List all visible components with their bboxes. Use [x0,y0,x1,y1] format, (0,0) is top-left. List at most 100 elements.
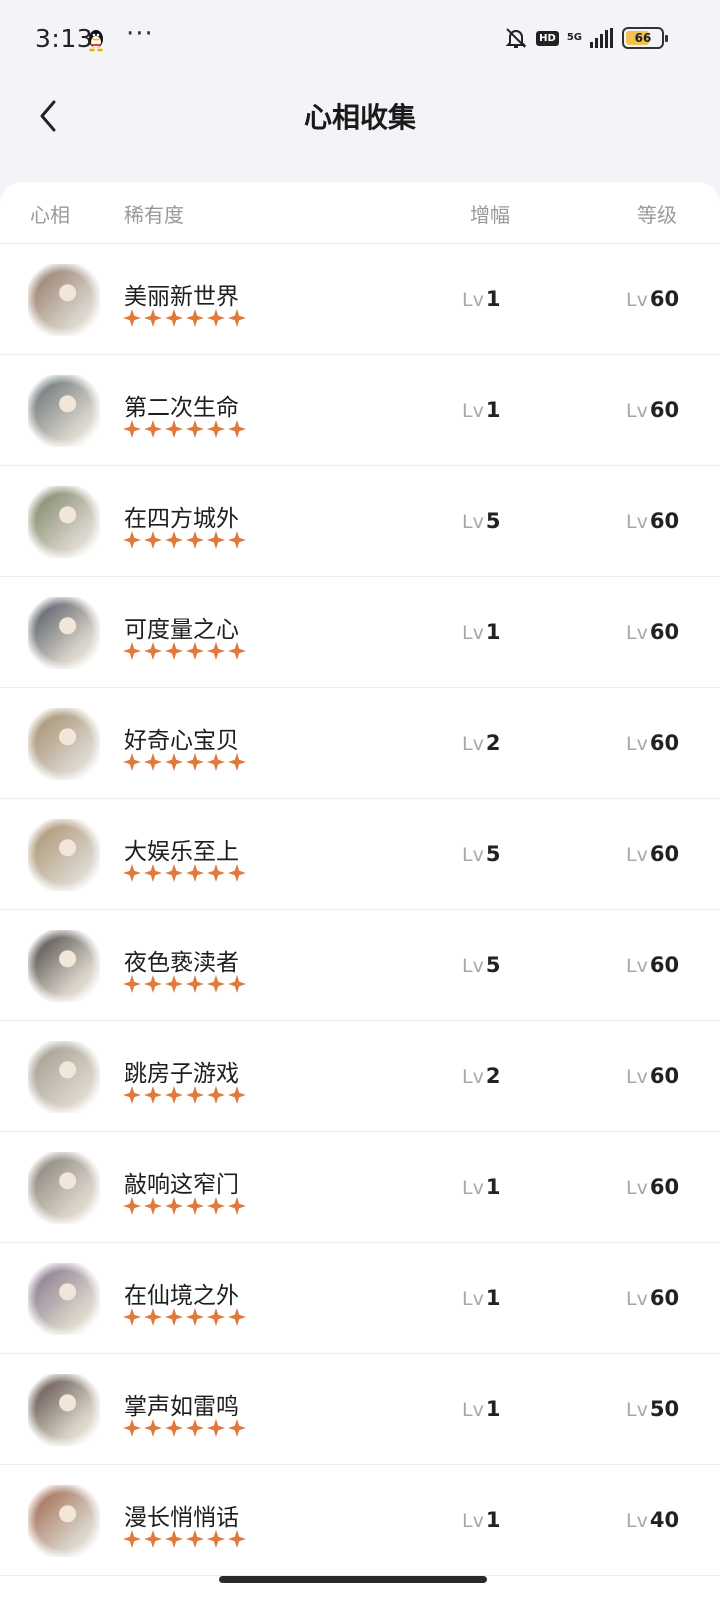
boost-level-value: 5 [485,509,501,533]
rarity-star-icon [165,642,183,660]
list-item[interactable]: 跳房子游戏 Lv2 Lv60 [0,1021,720,1132]
rarity-star-icon [123,1419,141,1437]
lv-prefix: Lv [626,1399,648,1421]
character-level: Lv40 [626,1508,679,1532]
rarity-star-icon [207,1197,225,1215]
character-portrait [28,597,100,669]
rarity-star-icon [123,642,141,660]
boost-level-value: 5 [485,842,501,866]
rarity-stars [122,419,247,439]
lv-prefix: Lv [626,955,648,977]
rarity-star-icon [186,642,204,660]
rarity-star-icon [165,864,183,882]
rarity-star-icon [165,1308,183,1326]
rarity-star-icon [123,1308,141,1326]
boost-level-value: 1 [485,1508,501,1532]
bell-muted-icon [505,28,527,48]
boost-level: Lv1 [462,1175,500,1199]
rarity-star-icon [207,531,225,549]
rarity-star-icon [228,1308,246,1326]
rarity-star-icon [186,1419,204,1437]
character-level: Lv60 [626,953,679,977]
home-indicator[interactable] [219,1576,487,1583]
rarity-star-icon [165,1419,183,1437]
list-item[interactable]: 第二次生命 Lv1 Lv60 [0,355,720,466]
list-item[interactable]: 夜色亵渎者 Lv5 Lv60 [0,910,720,1021]
rarity-star-icon [144,1530,162,1548]
character-level-value: 60 [649,842,680,866]
rarity-stars [122,530,247,550]
boost-level: Lv1 [462,1286,500,1310]
rarity-stars [122,1085,247,1105]
list-item[interactable]: 在四方城外 Lv5 Lv60 [0,466,720,577]
page-title: 心相收集 [303,101,416,134]
list-item[interactable]: 掌声如雷鸣 Lv1 Lv50 [0,1354,720,1465]
rarity-star-icon [144,642,162,660]
table-header: 心相 稀有度 增幅 等级 [0,182,720,244]
collection-card: 心相 稀有度 增幅 等级 美丽新世界 Lv1 Lv60 第二次生命 Lv1 Lv60 在四方… [0,182,720,1602]
item-name: 好奇心宝贝 [124,728,239,754]
rarity-star-icon [165,420,183,438]
lv-prefix: Lv [462,1066,484,1088]
rarity-stars [122,1196,247,1216]
character-level-value: 60 [649,509,680,533]
list-item[interactable]: 在仙境之外 Lv1 Lv60 [0,1243,720,1354]
rarity-star-icon [123,420,141,438]
col-header-level: 等级 [637,203,677,227]
rarity-stars [122,974,247,994]
rarity-star-icon [228,309,246,327]
rarity-star-icon [228,531,246,549]
rarity-star-icon [186,864,204,882]
rarity-star-icon [186,531,204,549]
rarity-star-icon [228,864,246,882]
boost-level-value: 2 [485,1064,501,1088]
character-level: Lv60 [626,398,679,422]
boost-level: Lv5 [462,509,500,533]
list-item[interactable]: 好奇心宝贝 Lv2 Lv60 [0,688,720,799]
rarity-star-icon [228,1197,246,1215]
rarity-star-icon [186,309,204,327]
collection-list: 美丽新世界 Lv1 Lv60 第二次生命 Lv1 Lv60 在四方城外 Lv5 Lv60 可度量之… [0,244,720,1576]
item-name: 在仙境之外 [124,1283,239,1309]
character-level-value: 60 [649,731,680,755]
qq-penguin-icon [89,30,103,52]
character-level-value: 60 [649,398,680,422]
character-level: Lv60 [626,731,679,755]
lv-prefix: Lv [626,622,648,644]
rarity-star-icon [186,1086,204,1104]
rarity-star-icon [165,309,183,327]
rarity-star-icon [207,975,225,993]
list-item[interactable]: 漫长悄悄话 Lv1 Lv40 [0,1465,720,1576]
character-portrait [28,1041,100,1113]
rarity-star-icon [228,1419,246,1437]
character-level-value: 60 [649,620,680,644]
rarity-star-icon [123,1530,141,1548]
list-item[interactable]: 美丽新世界 Lv1 Lv60 [0,244,720,355]
rarity-star-icon [186,1530,204,1548]
item-name: 可度量之心 [124,617,239,643]
rarity-star-icon [228,1530,246,1548]
list-item[interactable]: 敲响这窄门 Lv1 Lv60 [0,1132,720,1243]
rarity-star-icon [228,753,246,771]
list-item[interactable]: 大娱乐至上 Lv5 Lv60 [0,799,720,910]
list-item[interactable]: 可度量之心 Lv1 Lv60 [0,577,720,688]
rarity-star-icon [186,420,204,438]
character-level-value: 60 [649,287,680,311]
status-icons: HD 5G 66 [504,26,668,50]
rarity-star-icon [123,1086,141,1104]
rarity-star-icon [228,642,246,660]
lv-prefix: Lv [626,1177,648,1199]
lv-prefix: Lv [626,511,648,533]
boost-level: Lv1 [462,398,500,422]
lv-prefix: Lv [462,289,484,311]
lv-prefix: Lv [626,844,648,866]
character-portrait [28,1152,100,1224]
item-name: 夜色亵渎者 [124,950,239,976]
character-portrait [28,708,100,780]
boost-level-value: 2 [485,731,501,755]
boost-level: Lv1 [462,1397,500,1421]
rarity-star-icon [207,1308,225,1326]
rarity-star-icon [123,975,141,993]
rarity-star-icon [207,420,225,438]
character-level-value: 60 [649,1286,680,1310]
